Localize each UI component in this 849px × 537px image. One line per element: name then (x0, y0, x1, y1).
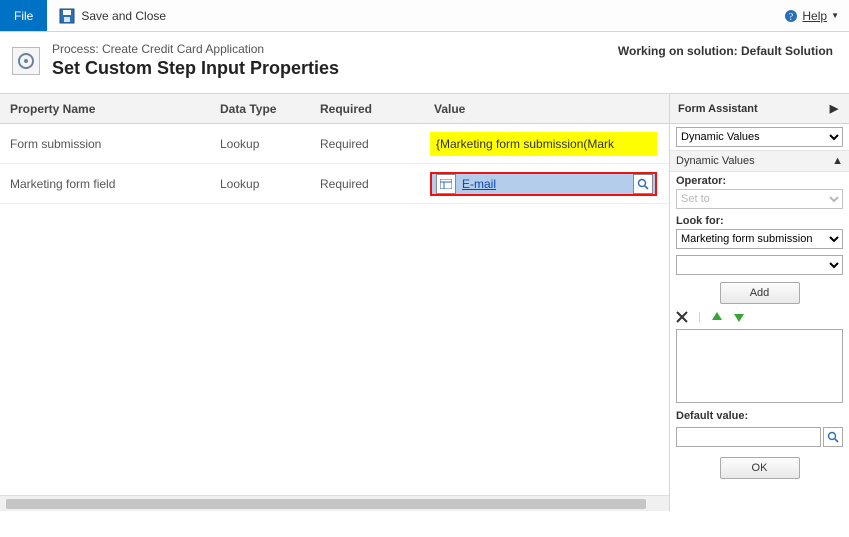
save-and-close-button[interactable]: Save and Close (47, 0, 178, 31)
lookfor-attribute-select[interactable] (676, 255, 843, 275)
cell-name: Form submission (0, 137, 220, 151)
lookfor-label: Look for: (676, 215, 843, 227)
col-header-name[interactable]: Property Name (0, 102, 220, 116)
top-toolbar: File Save and Close ? Help ▼ (0, 0, 849, 32)
grid-row[interactable]: Form submission Lookup Required {Marketi… (0, 124, 669, 164)
col-header-type[interactable]: Data Type (220, 102, 320, 116)
help-label: Help (802, 9, 827, 23)
operator-select: Set to (676, 189, 843, 209)
default-value-label: Default value: (676, 410, 843, 422)
default-value-input[interactable] (676, 427, 821, 447)
delete-icon[interactable] (676, 311, 688, 323)
add-button[interactable]: Add (720, 282, 800, 304)
file-label: File (14, 9, 33, 23)
process-icon (12, 47, 40, 75)
lookup-search-button[interactable] (633, 174, 653, 194)
form-assistant-title: Form Assistant (678, 103, 758, 115)
default-lookup-button[interactable] (823, 427, 843, 447)
record-icon (436, 174, 456, 194)
cell-type: Lookup (220, 137, 320, 151)
move-down-icon[interactable] (733, 311, 745, 323)
lookup-value-field[interactable]: E-mail (430, 172, 657, 196)
solution-label: Working on solution: Default Solution (618, 42, 833, 58)
col-header-required[interactable]: Required (320, 102, 430, 116)
lookup-value-text[interactable]: E-mail (460, 177, 631, 191)
add-label: Add (750, 287, 770, 299)
save-close-label: Save and Close (81, 9, 166, 23)
page-title: Set Custom Step Input Properties (52, 58, 339, 79)
chevron-up-icon: ▲ (832, 155, 843, 167)
ok-button[interactable]: OK (720, 457, 800, 479)
col-header-value[interactable]: Value (430, 102, 669, 116)
help-menu[interactable]: ? Help ▼ (774, 9, 849, 23)
cell-required: Required (320, 137, 430, 151)
cell-required: Required (320, 177, 430, 191)
dynamic-values-section-header[interactable]: Dynamic Values ▲ (670, 150, 849, 172)
svg-text:?: ? (789, 12, 794, 23)
move-up-icon[interactable] (711, 311, 723, 323)
grid-header-row: Property Name Data Type Required Value (0, 94, 669, 124)
form-assistant-panel: Form Assistant ▶ Dynamic Values Dynamic … (669, 94, 849, 511)
chevron-down-icon: ▼ (831, 11, 839, 20)
section-label: Dynamic Values (676, 155, 755, 167)
help-icon: ? (784, 9, 798, 23)
grid-row[interactable]: Marketing form field Lookup Required E-m… (0, 164, 669, 204)
form-assistant-header[interactable]: Form Assistant ▶ (670, 94, 849, 124)
operator-label: Operator: (676, 175, 843, 187)
cell-type: Lookup (220, 177, 320, 191)
ok-label: OK (752, 462, 768, 474)
dynamic-value-slug[interactable]: {Marketing form submission(Mark (430, 132, 657, 156)
properties-grid: Property Name Data Type Required Value F… (0, 94, 669, 511)
process-prefix: Process: (52, 42, 102, 56)
lookfor-entity-select[interactable]: Marketing form submission (676, 229, 843, 249)
process-name: Create Credit Card Application (102, 42, 264, 56)
dynamic-values-list[interactable] (676, 329, 843, 403)
assistant-mode-select[interactable]: Dynamic Values (676, 127, 843, 147)
save-icon (59, 8, 75, 24)
page-header: Process: Create Credit Card Application … (0, 32, 849, 93)
horizontal-scrollbar[interactable] (0, 495, 669, 511)
chevron-right-icon: ▶ (827, 102, 841, 115)
file-menu-button[interactable]: File (0, 0, 47, 31)
cell-name: Marketing form field (0, 177, 220, 191)
scrollbar-thumb[interactable] (6, 499, 646, 509)
